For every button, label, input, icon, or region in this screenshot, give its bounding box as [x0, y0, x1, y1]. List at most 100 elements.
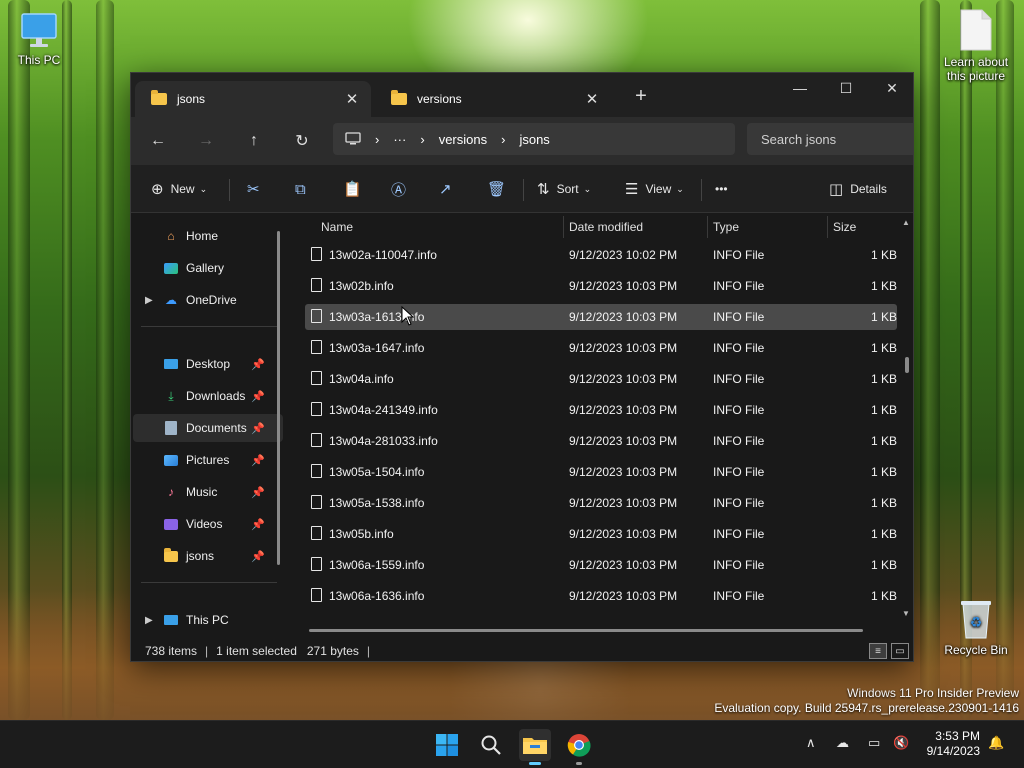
file-size: 1 KB — [870, 465, 897, 479]
file-row[interactable]: 13w05b.info 9/12/2023 10:03 PM INFO File 1 … — [305, 521, 897, 547]
chevron-down-icon: ⌄ — [676, 183, 684, 194]
desktop-icon-recycle-bin[interactable]: ♻ Recycle Bin — [940, 596, 1012, 657]
network-onedrive-icon[interactable]: ☁ — [836, 735, 849, 751]
file-size: 1 KB — [870, 310, 897, 324]
sidebar-item-gallery[interactable]: Gallery — [133, 254, 283, 282]
sidebar-item-pictures[interactable]: Pictures 📌 — [133, 446, 283, 474]
file-explorer-taskbar-button[interactable] — [519, 729, 551, 765]
cut-button[interactable]: ✂ — [247, 177, 267, 201]
delete-button[interactable]: 🗑 — [487, 177, 513, 201]
vertical-scrollbar-thumb[interactable] — [905, 357, 909, 373]
scroll-down-arrow[interactable]: ▼ — [902, 609, 910, 618]
sidebar-item-label: Pictures — [186, 453, 230, 467]
column-divider[interactable] — [563, 216, 564, 238]
system-clock[interactable]: 3:53 PM 9/14/2023 — [927, 729, 980, 759]
navigation-pane: ⌂ Home Gallery ▶ ☁ OneDrive Desktop 📌 ⤓ … — [131, 214, 287, 632]
file-row[interactable]: 13w03a-1613.info 9/12/2023 10:03 PM INFO F… — [305, 304, 897, 330]
share-button[interactable]: ↗ — [439, 177, 459, 201]
breadcrumb-chevron: › — [501, 131, 506, 147]
sidebar-item-label: Home — [186, 229, 219, 243]
breadcrumb-chevron: › — [420, 131, 425, 147]
details-pane-icon: ◫ — [829, 181, 844, 198]
pin-icon: 📌 — [251, 518, 265, 531]
details-view-button[interactable]: ≡ — [869, 643, 887, 659]
file-name: 13w03a-1647.info — [329, 341, 425, 355]
more-options-button[interactable]: ••• — [715, 177, 728, 201]
sidebar-item-home[interactable]: ⌂ Home — [133, 222, 283, 250]
navigation-bar: ← → ↑ ↻ › ··· › versions › jsons Search … — [131, 117, 913, 165]
column-header-date[interactable]: Date modified — [569, 214, 643, 240]
file-row[interactable]: 13w03a-1647.info 9/12/2023 10:03 PM INFO F… — [305, 335, 897, 361]
notifications-bell-icon[interactable]: 🔔 — [988, 735, 1004, 751]
selection-count: 1 item selected — [216, 644, 297, 658]
tab-versions[interactable]: versions ✕ — [375, 81, 611, 117]
column-header-type[interactable]: Type — [713, 214, 739, 240]
close-tab-icon[interactable]: ✕ — [583, 90, 601, 108]
copy-icon: ⧉ — [295, 180, 306, 198]
sidebar-item-onedrive[interactable]: ▶ ☁ OneDrive — [133, 286, 283, 314]
file-row[interactable]: 13w02b.info 9/12/2023 10:03 PM INFO File 1 … — [305, 273, 897, 299]
view-button[interactable]: ☰ View ⌄ — [625, 177, 684, 201]
file-row[interactable]: 13w04a.info 9/12/2023 10:03 PM INFO File 1 … — [305, 366, 897, 392]
horizontal-scrollbar[interactable] — [309, 629, 863, 632]
show-hidden-icons-button[interactable]: ∧ — [806, 735, 816, 751]
up-button[interactable]: ↑ — [239, 127, 269, 155]
refresh-button[interactable]: ↻ — [287, 127, 317, 155]
sidebar-item-downloads[interactable]: ⤓ Downloads 📌 — [133, 382, 283, 410]
desktop-icon-learn-picture[interactable]: Learn about this picture — [940, 8, 1012, 83]
breadcrumb-jsons[interactable]: jsons — [519, 132, 549, 147]
folder-icon — [151, 90, 167, 105]
search-taskbar-button[interactable] — [475, 729, 507, 761]
sort-button[interactable]: ⇅ Sort ⌄ — [537, 177, 591, 201]
breadcrumb-overflow[interactable]: ··· — [393, 132, 406, 147]
start-button[interactable] — [431, 729, 463, 761]
status-divider: | — [366, 644, 371, 658]
rename-button[interactable]: Ⓐ — [391, 177, 413, 201]
breadcrumb-versions[interactable]: versions — [439, 132, 487, 147]
minimize-button[interactable]: — — [777, 73, 823, 103]
sidebar-item-documents[interactable]: Documents 📌 — [133, 414, 283, 442]
file-row[interactable]: 13w04a-281033.info 9/12/2023 10:03 PM INFO… — [305, 428, 897, 454]
details-pane-button[interactable]: ◫ Details — [829, 177, 887, 201]
close-window-button[interactable]: ✕ — [869, 73, 913, 103]
copy-button[interactable]: ⧉ — [295, 177, 313, 201]
expand-chevron-icon[interactable]: ▶ — [145, 615, 153, 626]
close-tab-icon[interactable]: ✕ — [343, 90, 361, 108]
column-header-name[interactable]: Name — [321, 214, 353, 240]
status-bar: 738 items | 1 item selected 271 bytes | — [131, 639, 913, 661]
column-header-size[interactable]: Size — [833, 214, 856, 240]
file-row[interactable]: 13w05a-1504.info 9/12/2023 10:03 PM INFO F… — [305, 459, 897, 485]
file-row[interactable]: 13w06a-1636.info 9/12/2023 10:03 PM INFO F… — [305, 583, 897, 609]
expand-chevron-icon[interactable]: ▶ — [145, 295, 153, 306]
tab-jsons[interactable]: jsons ✕ — [135, 81, 371, 117]
file-row[interactable]: 13w05a-1538.info 9/12/2023 10:03 PM INFO F… — [305, 490, 897, 516]
sidebar-item-videos[interactable]: Videos 📌 — [133, 510, 283, 538]
file-row[interactable]: 13w04a-241349.info 9/12/2023 10:03 PM INFO… — [305, 397, 897, 423]
file-row[interactable]: 13w02a-110047.info 9/12/2023 10:02 PM INFO… — [305, 242, 897, 268]
chrome-taskbar-button[interactable] — [563, 729, 595, 765]
new-button[interactable]: ⊕ New ⌄ — [151, 177, 207, 201]
download-icon: ⤓ — [168, 388, 174, 403]
volume-muted-icon[interactable]: 🔇 — [893, 735, 909, 751]
maximize-button[interactable]: ☐ — [823, 73, 869, 103]
address-bar[interactable]: › ··· › versions › jsons — [333, 123, 735, 155]
back-button[interactable]: ← — [143, 127, 173, 155]
file-type: INFO File — [713, 434, 765, 448]
sidebar-scrollbar[interactable] — [277, 231, 280, 565]
search-input[interactable]: Search jsons — [747, 123, 913, 155]
scroll-up-arrow[interactable]: ▲ — [902, 218, 910, 227]
forward-button[interactable]: → — [191, 127, 221, 155]
paste-button[interactable]: 📋 — [343, 177, 369, 201]
sidebar-item-desktop[interactable]: Desktop 📌 — [133, 350, 283, 378]
file-row[interactable]: 13w06a-1559.info 9/12/2023 10:03 PM INFO F… — [305, 552, 897, 578]
sidebar-item-music[interactable]: ♪ Music 📌 — [133, 478, 283, 506]
tiles-view-button[interactable]: ▭ — [891, 643, 909, 659]
new-tab-button[interactable]: + — [629, 85, 653, 108]
sidebar-item-this-pc[interactable]: ▶ This PC — [133, 606, 283, 634]
sidebar-item-jsons[interactable]: jsons 📌 — [133, 542, 283, 570]
pin-icon: 📌 — [251, 390, 265, 403]
desktop-icon-this-pc[interactable]: This PC — [14, 10, 64, 67]
column-divider[interactable] — [827, 216, 828, 238]
column-divider[interactable] — [707, 216, 708, 238]
display-icon[interactable]: ▭ — [868, 735, 880, 751]
